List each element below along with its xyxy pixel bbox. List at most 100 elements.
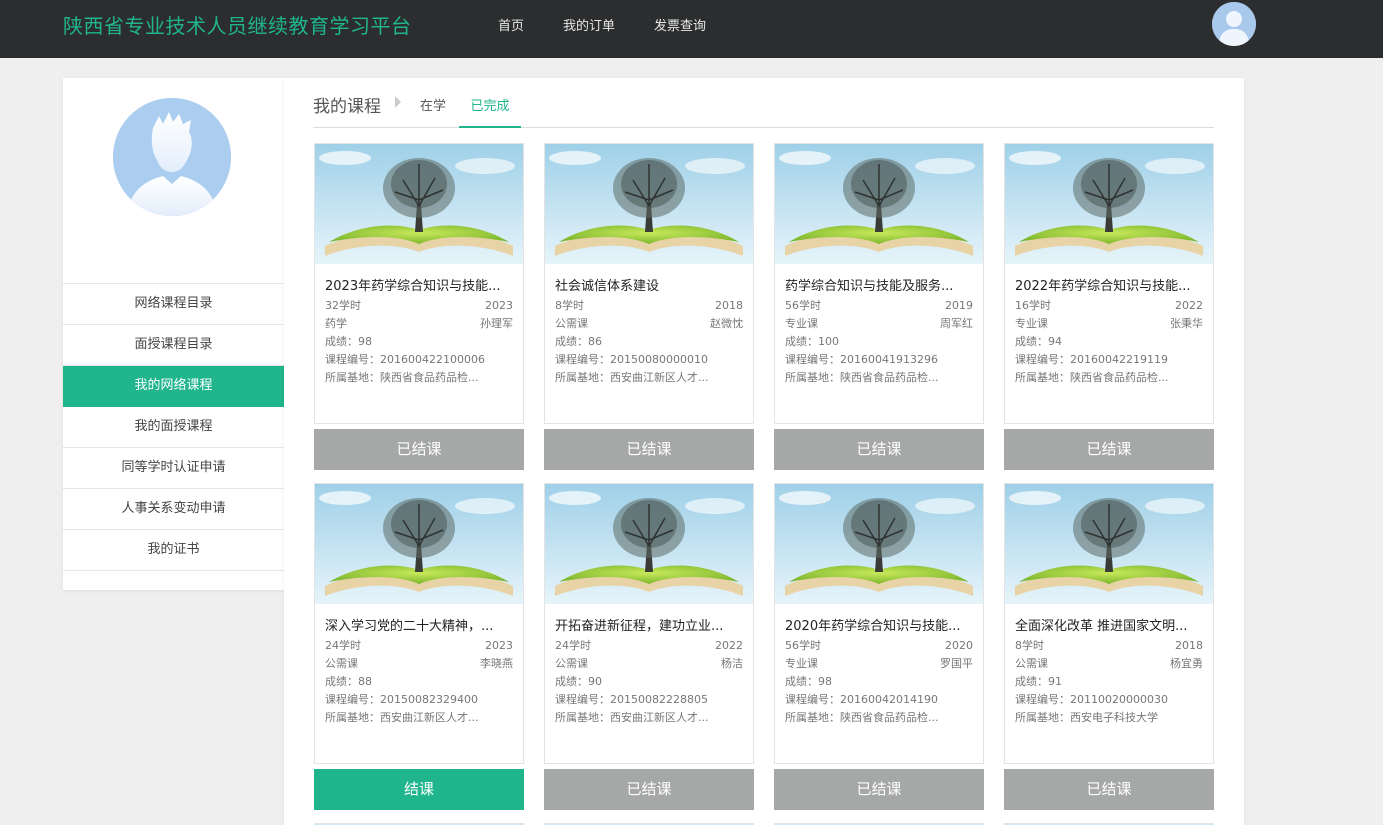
course-code-value: 20160041913296 [840,353,938,366]
course-info: 2020年药学综合知识与技能... 56学时 2020 专业课 罗国平 成绩：9… [775,604,983,727]
course-card[interactable]: 社会诚信体系建设 8学时 2018 公需课 赵微忱 成绩：86 课程编号：201… [544,143,754,470]
course-score-value: 98 [818,675,832,688]
course-title[interactable]: 2020年药学综合知识与技能... [785,615,973,635]
course-base-value: 陕西省食品药品检... [1070,371,1169,384]
course-card-body[interactable]: 开拓奋进新征程，建功立业... 24学时 2022 公需课 杨洁 成绩：90 课… [544,483,754,764]
sidebar-item-online-catalog[interactable]: 网络课程目录 [63,284,284,325]
nav-home[interactable]: 首页 [498,15,524,34]
course-card-body[interactable]: 2023年药学综合知识与技能... 32学时 2023 药学 孙理军 成绩：98… [314,143,524,424]
top-bar: 陕西省专业技术人员继续教育学习平台 首页 我的订单 发票查询 [0,0,1383,58]
course-type: 药学 [325,317,347,330]
nav-my-orders[interactable]: 我的订单 [563,15,615,34]
course-card-body[interactable]: 2020年药学综合知识与技能... 56学时 2020 专业课 罗国平 成绩：9… [774,483,984,764]
course-base-value: 西安曲江新区人才... [610,711,709,724]
course-score: 成绩：94 [1015,333,1203,351]
course-thumbnail[interactable] [545,484,753,604]
course-score-value: 86 [588,335,602,348]
course-score: 成绩：98 [325,333,513,351]
course-card[interactable]: 2022年药学综合知识与技能... 16学时 2022 专业课 张秉华 成绩：9… [1004,143,1214,470]
course-score-value: 100 [818,335,839,348]
course-teacher: 张秉华 [1170,317,1203,330]
course-card[interactable]: 药学综合知识与技能及服务... 56学时 2019 专业课 周军红 成绩：100… [774,143,984,470]
sidebar-menu: 网络课程目录 面授课程目录 我的网络课程 我的面授课程 同等学时认证申请 人事关… [63,283,284,571]
course-card-body[interactable]: 药学综合知识与技能及服务... 56学时 2019 专业课 周军红 成绩：100… [774,143,984,424]
course-thumbnail[interactable] [1005,144,1213,264]
user-avatar-icon[interactable] [1212,2,1256,46]
course-hours-year: 8学时 2018 [1015,637,1203,655]
course-hours-year: 24学时 2023 [325,637,513,655]
course-base-label: 所属基地： [555,371,610,384]
course-thumbnail[interactable] [775,484,983,604]
course-type-teacher: 公需课 杨洁 [555,655,743,673]
course-status-button[interactable]: 已结课 [544,769,754,810]
course-info: 深入学习党的二十大精神，... 24学时 2023 公需课 李晓燕 成绩：88 … [315,604,523,727]
course-status-button[interactable]: 已结课 [774,429,984,470]
course-card-body[interactable]: 2022年药学综合知识与技能... 16学时 2022 专业课 张秉华 成绩：9… [1004,143,1214,424]
nav-invoice-query[interactable]: 发票查询 [654,15,706,34]
course-card-body[interactable]: 全面深化改革 推进国家文明... 8学时 2018 公需课 杨宜勇 成绩：91 … [1004,483,1214,764]
sidebar-item-my-certificates[interactable]: 我的证书 [63,530,284,571]
course-code-label: 课程编号： [325,693,380,706]
tab-completed[interactable]: 已完成 [459,95,521,128]
course-hours: 8学时 [555,299,584,312]
course-info: 药学综合知识与技能及服务... 56学时 2019 专业课 周军红 成绩：100… [775,264,983,387]
course-year: 2018 [1175,639,1203,652]
course-type-teacher: 公需课 赵微忱 [555,315,743,333]
course-score-value: 88 [358,675,372,688]
course-title[interactable]: 社会诚信体系建设 [555,275,743,295]
course-code-label: 课程编号： [555,353,610,366]
course-info: 2023年药学综合知识与技能... 32学时 2023 药学 孙理军 成绩：98… [315,264,523,387]
site-title[interactable]: 陕西省专业技术人员继续教育学习平台 [63,10,412,39]
course-card[interactable]: 开拓奋进新征程，建功立业... 24学时 2022 公需课 杨洁 成绩：90 课… [544,483,754,810]
course-card[interactable]: 深入学习党的二十大精神，... 24学时 2023 公需课 李晓燕 成绩：88 … [314,483,524,810]
course-card-body[interactable]: 深入学习党的二十大精神，... 24学时 2023 公需课 李晓燕 成绩：88 … [314,483,524,764]
course-status-button[interactable]: 已结课 [774,769,984,810]
course-status-button[interactable]: 已结课 [1004,769,1214,810]
course-info: 社会诚信体系建设 8学时 2018 公需课 赵微忱 成绩：86 课程编号：201… [545,264,753,387]
course-status-button[interactable]: 已结课 [314,429,524,470]
course-card[interactable]: 全面深化改革 推进国家文明... 8学时 2018 公需课 杨宜勇 成绩：91 … [1004,483,1214,810]
course-thumbnail[interactable] [545,144,753,264]
course-base-value: 西安曲江新区人才... [610,371,709,384]
tab-in-progress[interactable]: 在学 [420,95,446,114]
course-base: 所属基地：陕西省食品药品检... [325,369,513,387]
course-title[interactable]: 全面深化改革 推进国家文明... [1015,615,1203,635]
profile-avatar-icon [113,98,231,216]
course-score-label: 成绩： [325,675,358,688]
course-score-value: 91 [1048,675,1062,688]
sidebar-item-equivalent-hours[interactable]: 同等学时认证申请 [63,448,284,489]
course-code-label: 课程编号： [1015,353,1070,366]
course-score: 成绩：90 [555,673,743,691]
course-score-label: 成绩： [1015,335,1048,348]
course-type-teacher: 公需课 李晓燕 [325,655,513,673]
course-base-label: 所属基地： [555,711,610,724]
course-year: 2018 [715,299,743,312]
course-code: 课程编号：20160041913296 [785,351,973,369]
course-thumbnail[interactable] [315,484,523,604]
course-year: 2023 [485,299,513,312]
sidebar-item-my-offline-courses[interactable]: 我的面授课程 [63,407,284,448]
course-title[interactable]: 2023年药学综合知识与技能... [325,275,513,295]
course-status-button[interactable]: 已结课 [1004,429,1214,470]
course-thumbnail[interactable] [775,144,983,264]
course-title[interactable]: 2022年药学综合知识与技能... [1015,275,1203,295]
course-code-value: 20150082228805 [610,693,708,706]
course-card-body[interactable]: 社会诚信体系建设 8学时 2018 公需课 赵微忱 成绩：86 课程编号：201… [544,143,754,424]
course-status-button[interactable]: 已结课 [544,429,754,470]
sidebar-item-personnel-change[interactable]: 人事关系变动申请 [63,489,284,530]
course-year: 2019 [945,299,973,312]
course-hours: 24学时 [325,639,361,652]
course-status-button[interactable]: 结课 [314,769,524,810]
course-title[interactable]: 深入学习党的二十大精神，... [325,615,513,635]
sidebar-item-my-online-courses[interactable]: 我的网络课程 [63,366,284,407]
course-score: 成绩：88 [325,673,513,691]
course-thumbnail[interactable] [1005,484,1213,604]
course-card[interactable]: 2023年药学综合知识与技能... 32学时 2023 药学 孙理军 成绩：98… [314,143,524,470]
course-title[interactable]: 药学综合知识与技能及服务... [785,275,973,295]
sidebar-item-offline-catalog[interactable]: 面授课程目录 [63,325,284,366]
course-type: 公需课 [555,317,588,330]
course-score-label: 成绩： [1015,675,1048,688]
course-title[interactable]: 开拓奋进新征程，建功立业... [555,615,743,635]
course-card[interactable]: 2020年药学综合知识与技能... 56学时 2020 专业课 罗国平 成绩：9… [774,483,984,810]
course-thumbnail[interactable] [315,144,523,264]
